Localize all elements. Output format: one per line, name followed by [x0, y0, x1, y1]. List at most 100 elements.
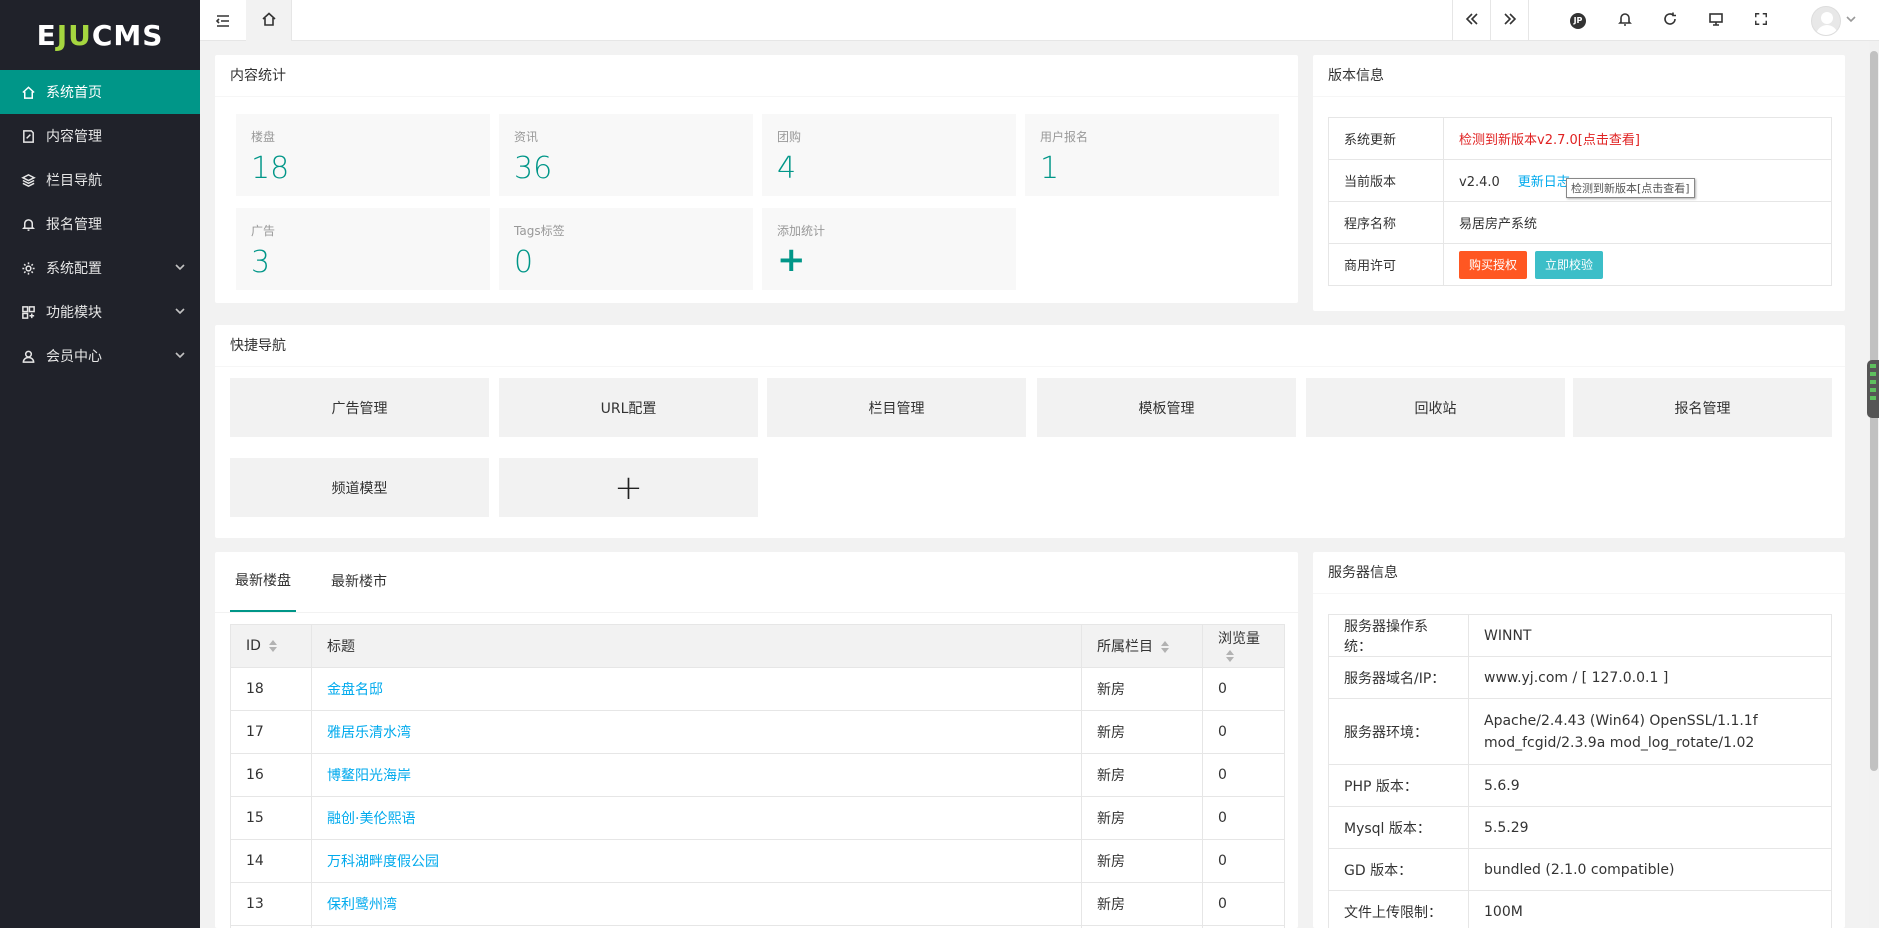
- page-scrollbar[interactable]: [1869, 41, 1879, 928]
- stat-label: 团购: [777, 130, 802, 144]
- add-stat-button[interactable]: 添加统计 +: [762, 208, 1016, 290]
- sidebar-item-modules[interactable]: 功能模块: [0, 290, 200, 334]
- listing-title-link[interactable]: 博鳌阳光海岸: [327, 768, 411, 784]
- listing-title-link[interactable]: 金盘名邸: [327, 682, 383, 698]
- row-value: Apache/2.4.43 (Win64) OpenSSL/1.1.1f: [1484, 712, 1758, 729]
- sidebar-item-label: 会员中心: [46, 349, 102, 365]
- apps-icon: [20, 304, 36, 320]
- sidebar-item-label: 报名管理: [46, 217, 102, 233]
- card-title: 服务器信息: [1313, 552, 1845, 594]
- sidebar-item-content[interactable]: 内容管理: [0, 114, 200, 158]
- layers-icon: [20, 172, 36, 188]
- sidebar-item-signup[interactable]: 报名管理: [0, 202, 200, 246]
- sidebar-item-settings[interactable]: 系统配置: [0, 246, 200, 290]
- update-link[interactable]: 检测到新版本v2.7.0[点击查看]: [1459, 133, 1640, 148]
- menu-fold-icon[interactable]: [200, 0, 246, 41]
- stat-label: Tags标签: [514, 224, 565, 238]
- row-value: 5.5.29: [1468, 806, 1832, 849]
- side-widget[interactable]: [1867, 360, 1879, 418]
- row-label: 服务器操作系统：: [1328, 614, 1469, 657]
- stat-label: 广告: [251, 224, 276, 238]
- logo-suffix: CMS: [91, 18, 164, 52]
- logo-mid: JU: [56, 18, 92, 52]
- sidebar-item-home[interactable]: 系统首页: [0, 70, 200, 114]
- plus-icon: +: [614, 467, 643, 508]
- stat-signups[interactable]: 用户报名 1: [1025, 114, 1279, 196]
- buy-license-button[interactable]: 购买授权: [1459, 250, 1528, 279]
- table-header-row: ID 标题 所属栏目 浏览量: [230, 624, 1285, 668]
- stat-houses[interactable]: 楼盘 18: [236, 114, 490, 196]
- table-row: 13 保利鹭州湾 新房 0: [230, 882, 1285, 926]
- chevron-down-icon: [174, 261, 186, 273]
- monitor-button[interactable]: [1696, 0, 1736, 41]
- quick-nav-add-button[interactable]: +: [499, 458, 758, 517]
- row-label: Mysql 版本：: [1328, 806, 1469, 849]
- stat-value: 1: [1040, 151, 1060, 186]
- card-title: 快捷导航: [215, 325, 1845, 367]
- stat-ads[interactable]: 广告 3: [236, 208, 490, 290]
- stat-tags[interactable]: Tags标签 0: [499, 208, 753, 290]
- stat-label: 用户报名: [1040, 130, 1089, 144]
- quick-nav-ads[interactable]: 广告管理: [230, 378, 489, 437]
- cell-views: 0: [1202, 753, 1285, 797]
- quick-nav-columns[interactable]: 栏目管理: [767, 378, 1026, 437]
- version-info-card: 版本信息 系统更新 检测到新版本v2.7.0[点击查看] 当前版本 v2.4.0…: [1313, 55, 1845, 311]
- quick-nav-channel-model[interactable]: 频道模型: [230, 458, 489, 517]
- changelog-link[interactable]: 更新日志: [1518, 175, 1570, 190]
- column-header-id[interactable]: ID: [230, 624, 312, 668]
- tab-latest-houses[interactable]: 最新楼盘: [230, 552, 296, 612]
- table-row: Mysql 版本： 5.5.29: [1328, 806, 1832, 849]
- theme-button[interactable]: JP: [1558, 0, 1598, 41]
- sidebar-item-members[interactable]: 会员中心: [0, 334, 200, 378]
- tabs-prev-button[interactable]: [1452, 0, 1490, 41]
- table-row: 服务器环境： Apache/2.4.43 (Win64) OpenSSL/1.1…: [1328, 698, 1832, 765]
- listing-title-link[interactable]: 保利鹭州湾: [327, 897, 397, 913]
- sidebar-item-columns[interactable]: 栏目导航: [0, 158, 200, 202]
- stat-value: 18: [251, 151, 290, 186]
- user-icon: [20, 348, 36, 364]
- fullscreen-button[interactable]: [1741, 0, 1781, 41]
- column-header-views[interactable]: 浏览量: [1202, 624, 1285, 668]
- stat-groupbuy[interactable]: 团购 4: [762, 114, 1016, 196]
- table-row: PHP 版本： 5.6.9: [1328, 764, 1832, 807]
- row-label: 当前版本: [1328, 159, 1444, 202]
- quick-nav-recycle[interactable]: 回收站: [1306, 378, 1565, 437]
- refresh-button[interactable]: [1650, 0, 1690, 41]
- tabs-next-button[interactable]: [1490, 0, 1528, 41]
- quick-nav-signups[interactable]: 报名管理: [1573, 378, 1832, 437]
- listing-tabs: 最新楼盘 最新楼市: [230, 552, 422, 612]
- quick-nav-url[interactable]: URL配置: [499, 378, 758, 437]
- stat-label: 资讯: [514, 130, 539, 144]
- column-header-category[interactable]: 所属栏目: [1081, 624, 1203, 668]
- table-row: 程序名称 易居房产系统: [1328, 201, 1832, 244]
- column-header-title: 标题: [311, 624, 1082, 668]
- table-row: 系统更新 检测到新版本v2.7.0[点击查看]: [1328, 117, 1832, 160]
- cell-category: 新房: [1081, 667, 1203, 711]
- row-label: GD 版本：: [1328, 848, 1469, 891]
- chevrons-left-icon: [1464, 11, 1480, 31]
- row-value: www.yj.com / [ 127.0.0.1 ]: [1468, 656, 1832, 699]
- home-tab[interactable]: [246, 0, 292, 41]
- table-row: GD 版本： bundled (2.1.0 compatible): [1328, 848, 1832, 891]
- verify-button[interactable]: 立即校验: [1535, 250, 1604, 279]
- notification-button[interactable]: [1605, 0, 1645, 41]
- cell-id: 16: [230, 753, 312, 797]
- cell-views: 0: [1202, 796, 1285, 840]
- user-menu[interactable]: [1804, 0, 1864, 41]
- tab-latest-market[interactable]: 最新楼市: [326, 552, 392, 612]
- listing-title-link[interactable]: 万科湖畔度假公园: [327, 854, 439, 870]
- quick-nav-templates[interactable]: 模板管理: [1037, 378, 1296, 437]
- listing-title-link[interactable]: 雅居乐清水湾: [327, 725, 411, 741]
- sort-icon[interactable]: [1226, 650, 1235, 662]
- home-icon: [20, 84, 36, 100]
- chevron-down-icon: [174, 349, 186, 361]
- table-row: 15 融创·美伦熙语 新房 0: [230, 796, 1285, 840]
- stat-value: 4: [777, 151, 797, 186]
- table-row: 16 博鳌阳光海岸 新房 0: [230, 753, 1285, 797]
- stat-news[interactable]: 资讯 36: [499, 114, 753, 196]
- sidebar-item-label: 内容管理: [46, 129, 102, 145]
- sort-icon[interactable]: [268, 640, 278, 652]
- listing-title-link[interactable]: 融创·美伦熙语: [327, 811, 415, 827]
- logo[interactable]: E JU CMS: [0, 0, 200, 70]
- sort-icon[interactable]: [1161, 641, 1170, 653]
